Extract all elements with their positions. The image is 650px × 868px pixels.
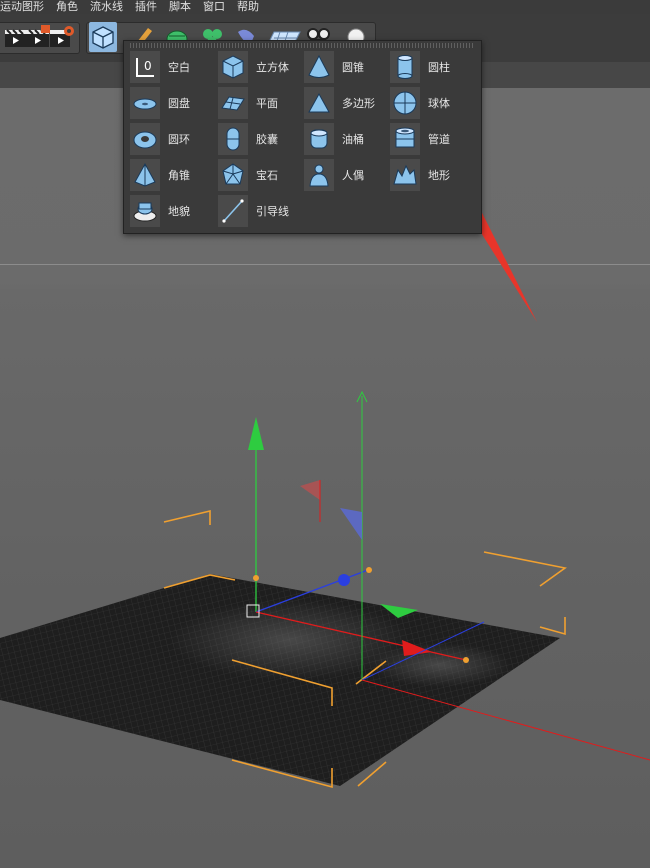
palette-item-torus[interactable]: 圆环: [130, 123, 216, 155]
palette-label: 圆锥: [342, 61, 364, 74]
disc-icon: [133, 98, 157, 110]
menu-mograph[interactable]: 运动图形: [0, 0, 50, 14]
terrain-bump: [370, 643, 510, 687]
palette-label: 人偶: [342, 169, 364, 182]
palette-label: 地形: [428, 169, 450, 182]
palette-item-capsule[interactable]: 胶囊: [218, 123, 304, 155]
palette-item-pyramid[interactable]: 角锥: [130, 159, 216, 191]
svg-text:0: 0: [144, 59, 152, 73]
relief-icon: [133, 202, 157, 222]
palette-item-cube[interactable]: 立方体: [218, 51, 304, 83]
primitive-objects-palette: 0 空白 圆盘 圆环 角锥 地貌 立方体 平面 胶囊 宝石 引导线 圆锥 多边形…: [123, 40, 482, 234]
palette-label: 圆柱: [428, 61, 450, 74]
cube-tool-icon[interactable]: [89, 22, 117, 52]
palette-item-cone[interactable]: 圆锥: [304, 51, 390, 83]
palette-item-plane[interactable]: 平面: [218, 87, 304, 119]
palette-item-guide-line[interactable]: 引导线: [218, 195, 304, 227]
palette-label: 地貌: [168, 205, 190, 218]
render-settings-icon[interactable]: [48, 22, 76, 52]
palette-label: 球体: [428, 97, 450, 110]
palette-label: 空白: [168, 61, 190, 74]
menu-plugins[interactable]: 插件: [129, 0, 163, 14]
palette-label: 圆盘: [168, 97, 190, 110]
palette-item-tube[interactable]: 管道: [390, 123, 476, 155]
palette-label: 角锥: [168, 169, 190, 182]
palette-item-oil-tank[interactable]: 油桶: [304, 123, 390, 155]
capsule-icon: [226, 127, 240, 151]
palette-item-relief[interactable]: 地貌: [130, 195, 216, 227]
torus-icon: [133, 131, 157, 149]
menu-pipeline[interactable]: 流水线: [84, 0, 129, 14]
palette-label: 引导线: [256, 205, 289, 218]
palette-item-polygon[interactable]: 多边形: [304, 87, 390, 119]
cone-icon: [308, 54, 330, 78]
palette-drag-handle[interactable]: [130, 43, 475, 48]
palette-label: 立方体: [256, 61, 289, 74]
oil-tank-icon: [310, 129, 328, 149]
palette-label: 平面: [256, 97, 278, 110]
menu-script[interactable]: 脚本: [163, 0, 197, 14]
menu-help[interactable]: 帮助: [231, 0, 265, 14]
menu-window[interactable]: 窗口: [197, 0, 231, 14]
platonic-icon: [222, 163, 244, 185]
palette-label: 油桶: [342, 133, 364, 146]
cylinder-icon: [397, 55, 413, 79]
pyramid-icon: [134, 162, 156, 187]
palette-label: 圆环: [168, 133, 190, 146]
null-object-icon: 0: [136, 58, 154, 77]
palette-item-sphere[interactable]: 球体: [390, 87, 476, 119]
palette-item-platonic[interactable]: 宝石: [218, 159, 304, 191]
palette-item-cylinder[interactable]: 圆柱: [390, 51, 476, 83]
guide-line-icon: [222, 199, 244, 223]
cube-icon: [222, 55, 244, 79]
palette-item-landscape[interactable]: 地形: [390, 159, 476, 191]
palette-item-null[interactable]: 0 空白: [130, 51, 216, 83]
palette-label: 多边形: [342, 97, 375, 110]
palette-label: 管道: [428, 133, 450, 146]
plane-icon: [221, 96, 245, 111]
palette-label: 胶囊: [256, 133, 278, 146]
palette-label: 宝石: [256, 169, 278, 182]
menu-bar: 运动图形 角色 流水线 插件 脚本 窗口 帮助: [0, 0, 650, 14]
palette-item-disc[interactable]: 圆盘: [130, 87, 216, 119]
menu-character[interactable]: 角色: [50, 0, 84, 14]
sphere-icon: [393, 91, 417, 115]
figure-icon: [309, 164, 329, 187]
tube-icon: [395, 127, 415, 148]
polygon-icon: [308, 92, 330, 113]
landscape-icon: [393, 164, 417, 185]
palette-item-figure[interactable]: 人偶: [304, 159, 390, 191]
